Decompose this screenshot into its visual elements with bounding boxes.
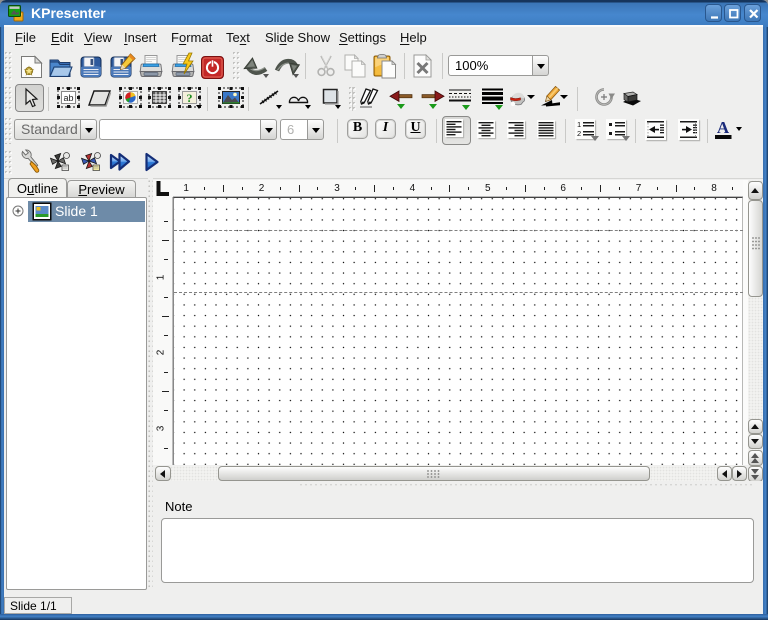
svg-text:?: ? [187,91,193,105]
svg-text:1: 1 [577,120,581,129]
svg-text:2: 2 [577,129,581,138]
svg-text:A: A [717,118,730,137]
svg-text:ab: ab [63,93,73,103]
